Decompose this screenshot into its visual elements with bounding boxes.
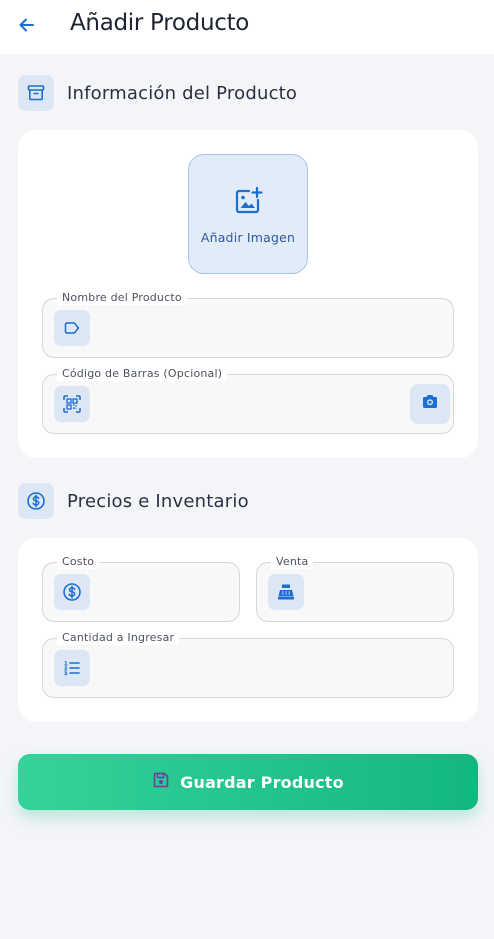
field-label: Nombre del Producto	[57, 291, 187, 305]
dollar-circle-icon	[54, 574, 90, 610]
tag-icon	[54, 310, 90, 346]
add-image-label: Añadir Imagen	[200, 230, 296, 245]
save-product-button[interactable]: Guardar Producto	[18, 754, 478, 810]
field-label: Código de Barras (Opcional)	[57, 367, 228, 381]
page-title: Añadir Producto	[70, 10, 250, 36]
dollar-circle-icon	[18, 483, 54, 519]
qr-scan-icon	[54, 386, 90, 422]
camera-icon	[420, 392, 440, 416]
scan-barcode-button[interactable]	[410, 384, 450, 424]
back-button[interactable]	[12, 12, 42, 42]
section-title: Precios e Inventario	[67, 490, 249, 512]
field-label: Costo	[57, 555, 100, 569]
numbered-list-icon	[54, 650, 90, 686]
save-disk-icon	[152, 771, 170, 793]
field-label: Cantidad a Ingresar	[57, 631, 180, 645]
sale-price-field[interactable]: Venta	[256, 555, 454, 622]
section-title: Información del Producto	[67, 82, 298, 104]
section-header-pricing: Precios e Inventario	[18, 483, 249, 519]
save-product-label: Guardar Producto	[180, 772, 344, 792]
image-add-icon	[232, 185, 264, 221]
arrow-left-icon	[17, 15, 37, 39]
quantity-field[interactable]: Cantidad a Ingresar	[42, 631, 454, 698]
app-bar: Añadir Producto	[0, 0, 494, 54]
add-image-button[interactable]: Añadir Imagen	[188, 154, 308, 274]
cost-field[interactable]: Costo	[42, 555, 240, 622]
barcode-field[interactable]: Código de Barras (Opcional)	[42, 367, 454, 434]
field-label: Venta	[271, 555, 314, 569]
product-name-field[interactable]: Nombre del Producto	[42, 291, 454, 358]
product-info-card: Añadir Imagen Nombre del Producto Código…	[18, 130, 478, 458]
section-header-product-info: Información del Producto	[18, 75, 297, 111]
cash-register-icon	[268, 574, 304, 610]
pricing-card: Costo Venta Cantidad a Ingresar	[18, 538, 478, 722]
archive-box-icon	[18, 75, 54, 111]
